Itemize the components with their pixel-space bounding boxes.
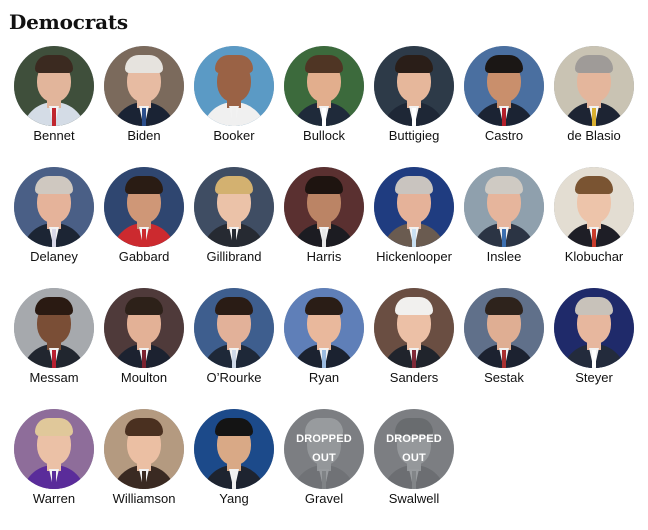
candidate-photo-gravel: DROPPED OUT — [284, 409, 364, 489]
candidate-photo-castro — [464, 46, 544, 126]
candidate-card-yang[interactable]: Yang — [189, 409, 279, 530]
candidate-photo-buttigieg — [374, 46, 454, 126]
candidate-name: Swalwell — [388, 491, 440, 506]
candidate-photo-gillibrand — [194, 167, 274, 247]
candidate-name: Gabbard — [118, 249, 170, 264]
candidate-name: O’Rourke — [206, 370, 262, 385]
candidate-photo-harris — [284, 167, 364, 247]
candidate-card-warren[interactable]: Warren — [9, 409, 99, 530]
candidate-card-gabbard[interactable]: Gabbard — [99, 167, 189, 288]
candidate-name: Bullock — [303, 128, 345, 143]
candidate-name: Messam — [29, 370, 79, 385]
candidate-name: Klobuchar — [564, 249, 624, 264]
candidate-photo-sanders — [374, 288, 454, 368]
candidate-name: Moulton — [120, 370, 168, 385]
candidate-card-steyer[interactable]: Steyer — [549, 288, 639, 409]
candidate-photo-swalwell: DROPPED OUT — [374, 409, 454, 489]
candidate-card-ryan[interactable]: Ryan — [279, 288, 369, 409]
candidate-card-swalwell[interactable]: DROPPED OUT Swalwell — [369, 409, 459, 530]
candidate-photo-booker — [194, 46, 274, 126]
candidate-card-o-rourke[interactable]: O’Rourke — [189, 288, 279, 409]
candidate-card-delaney[interactable]: Delaney — [9, 167, 99, 288]
candidate-photo-steyer — [554, 288, 634, 368]
candidate-card-biden[interactable]: Biden — [99, 46, 189, 167]
candidate-name: Inslee — [486, 249, 522, 264]
dropped-out-label: OUT — [312, 452, 336, 464]
candidate-name: Warren — [32, 491, 76, 506]
candidate-card-bennet[interactable]: Bennet — [9, 46, 99, 167]
candidate-photo-ryan — [284, 288, 364, 368]
candidate-photo-delaney — [14, 167, 94, 247]
candidate-photo-williamson — [104, 409, 184, 489]
candidate-name: Castro — [484, 128, 524, 143]
candidate-name: Hickenlooper — [376, 249, 452, 264]
candidate-photo-inslee — [464, 167, 544, 247]
candidate-card-harris[interactable]: Harris — [279, 167, 369, 288]
candidate-card-klobuchar[interactable]: Klobuchar — [549, 167, 639, 288]
dropped-out-badge: DROPPED OUT — [284, 409, 364, 489]
candidate-name: Sestak — [484, 370, 524, 385]
candidate-name: Delaney — [30, 249, 78, 264]
candidate-name: Steyer — [575, 370, 613, 385]
candidate-name: Harris — [306, 249, 342, 264]
dropped-out-label: DROPPED — [296, 433, 352, 445]
candidate-card-moulton[interactable]: Moulton — [99, 288, 189, 409]
candidate-card-gravel[interactable]: DROPPED OUT Gravel — [279, 409, 369, 530]
candidate-photo-yang — [194, 409, 274, 489]
candidate-card-de-blasio[interactable]: de Blasio — [549, 46, 639, 167]
candidate-photo-sestak — [464, 288, 544, 368]
candidate-card-bullock[interactable]: Bullock — [279, 46, 369, 167]
candidate-name: Williamson — [112, 491, 176, 506]
dropped-out-label: OUT — [402, 452, 426, 464]
candidate-card-booker[interactable]: Booker — [189, 46, 279, 167]
candidate-name: Gillibrand — [206, 249, 262, 264]
candidate-photo-klobuchar — [554, 167, 634, 247]
candidate-photo-biden — [104, 46, 184, 126]
candidate-name: Sanders — [389, 370, 439, 385]
candidate-grid: Bennet Biden Booker Bullock Buttigieg Castro d… — [9, 46, 639, 530]
candidate-name: Bennet — [33, 128, 75, 143]
candidate-card-inslee[interactable]: Inslee — [459, 167, 549, 288]
candidate-card-hickenlooper[interactable]: Hickenlooper — [369, 167, 459, 288]
candidate-photo-bullock — [284, 46, 364, 126]
section-title: Democrats — [9, 10, 128, 34]
dropped-out-badge: DROPPED OUT — [374, 409, 454, 489]
candidate-card-sanders[interactable]: Sanders — [369, 288, 459, 409]
candidate-photo-warren — [14, 409, 94, 489]
candidate-photo-hickenlooper — [374, 167, 454, 247]
candidate-card-messam[interactable]: Messam — [9, 288, 99, 409]
dropped-out-label: DROPPED — [386, 433, 442, 445]
candidate-photo-gabbard — [104, 167, 184, 247]
candidate-photo-messam — [14, 288, 94, 368]
candidate-name: de Blasio — [567, 128, 621, 143]
candidate-photo-bennet — [14, 46, 94, 126]
candidate-name: Biden — [127, 128, 161, 143]
candidate-name: Yang — [219, 491, 249, 506]
candidate-photo-moulton — [104, 288, 184, 368]
candidate-name: Booker — [213, 128, 255, 143]
candidate-name: Buttigieg — [388, 128, 440, 143]
candidate-card-williamson[interactable]: Williamson — [99, 409, 189, 530]
candidate-photo-o-rourke — [194, 288, 274, 368]
candidate-card-gillibrand[interactable]: Gillibrand — [189, 167, 279, 288]
candidate-card-buttigieg[interactable]: Buttigieg — [369, 46, 459, 167]
candidate-card-sestak[interactable]: Sestak — [459, 288, 549, 409]
candidate-name: Ryan — [308, 370, 340, 385]
candidate-photo-de-blasio — [554, 46, 634, 126]
candidate-card-castro[interactable]: Castro — [459, 46, 549, 167]
candidate-name: Gravel — [304, 491, 344, 506]
